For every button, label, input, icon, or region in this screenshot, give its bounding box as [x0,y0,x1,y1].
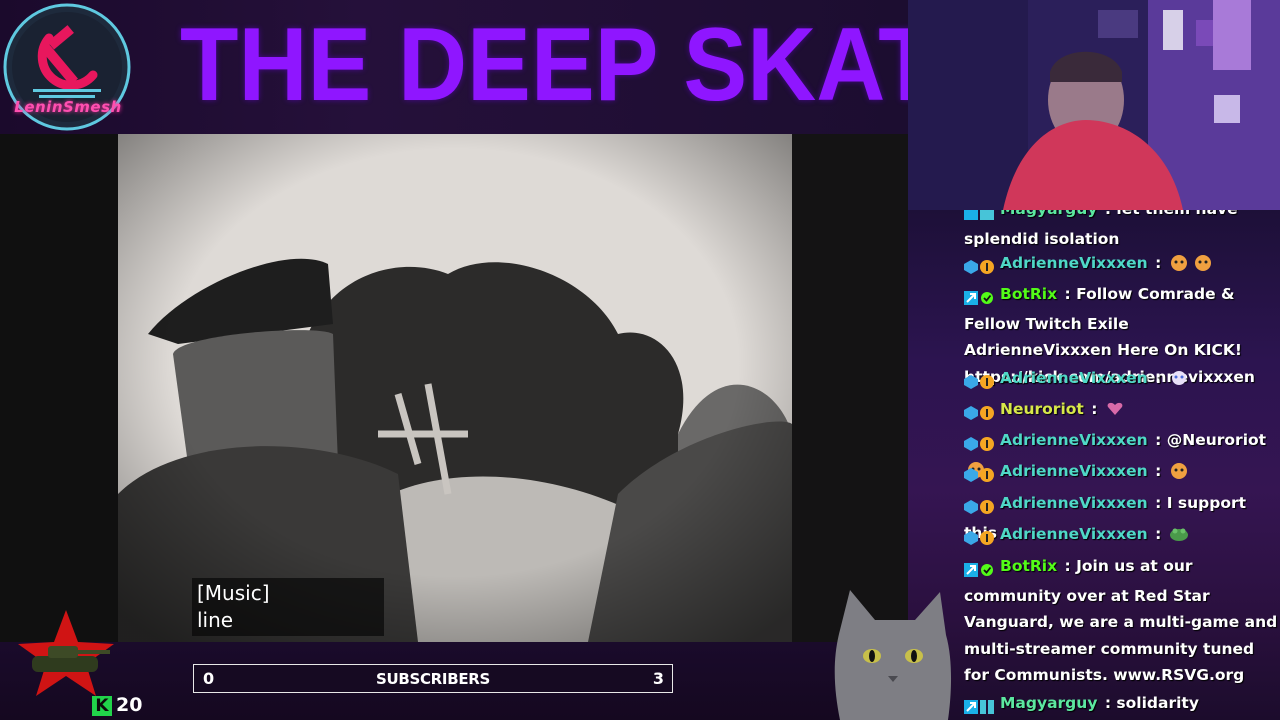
gift-badge-icon [980,699,994,714]
kick-logo-icon: K [92,696,112,716]
webcam-image [908,0,1280,210]
chat-username[interactable]: AdrienneVixxxen [1000,525,1148,543]
cube-badge-icon [964,530,978,545]
chat-message: Neuroriot : [964,396,1280,426]
chat-username[interactable]: AdrienneVixxxen [1000,369,1148,387]
prime-badge-icon [964,210,978,220]
chat-message: AdrienneVixxxen : [964,521,1280,551]
coin-badge-icon [980,405,994,420]
chat-username[interactable]: AdrienneVixxxen [1000,462,1148,480]
cube-badge-icon [964,259,978,274]
verified-badge-icon [981,563,993,576]
bot-badge-icon [964,562,978,577]
cube-badge-icon [964,499,978,514]
chat-separator: : [1059,285,1077,303]
chat-message: AdrienneVixxxen : [964,365,1280,395]
coin-badge-icon [980,467,994,482]
chat-text: @Neuroriot [1166,431,1267,449]
sad-emote-icon [1171,371,1186,385]
cube-badge-icon [964,405,978,420]
chat-separator: : [1149,494,1167,512]
subscriber-label: SUBSCRIBERS [375,670,491,688]
chat-text: Join us at our community over at Red Sta… [964,557,1278,684]
cat-mascot-icon [834,590,952,720]
bot-badge-icon [964,699,978,714]
chat-separator: : [1059,557,1077,575]
frog-emote-icon [1169,528,1188,541]
chat-separator: : [1085,400,1103,418]
chat-separator: : [1099,694,1117,712]
subscriber-goal: 3 [652,669,664,688]
coin-badge-icon [980,436,994,451]
chat-username[interactable]: AdrienneVixxxen [1000,254,1148,272]
header-banner: LeninSmesh THE DEEP SKATE [0,0,1001,134]
video-letterbox-left [0,134,118,642]
cube-badge-icon [964,374,978,389]
chat-username[interactable]: Neuroriot [1000,400,1084,418]
coin-badge-icon [980,374,994,389]
chat-username[interactable]: AdrienneVixxxen [1000,431,1148,449]
cat-emote-icon [1194,255,1211,271]
cube-badge-icon [964,467,978,482]
cat-emote-icon [1170,463,1187,479]
logo-text: LeninSmesh [14,98,122,116]
chat-panel[interactable]: Magyarguy : let them have splendid isola… [908,210,1280,720]
sub-badge-icon [980,210,994,220]
heart-emote-icon [1107,402,1123,415]
chat-separator: : [1149,431,1167,449]
chat-username[interactable]: BotRix [1000,557,1057,575]
chat-username[interactable]: AdrienneVixxxen [1000,494,1148,512]
caption-line-1: [Music] [197,581,270,605]
video-frame [118,134,792,642]
chat-separator: : [1149,462,1167,480]
coin-badge-icon [980,259,994,274]
cube-badge-icon [964,436,978,451]
chat-message: AdrienneVixxxen : [964,458,1280,488]
chat-message: Magyarguy : solidarity [964,690,1280,720]
coin-badge-icon [980,499,994,514]
chat-separator: : [1149,369,1167,387]
caption-line-2: line [197,608,234,632]
video-player[interactable] [0,134,908,642]
video-letterbox-right [792,134,908,642]
chat-text: solidarity [1116,694,1199,712]
chat-username[interactable]: BotRix [1000,285,1057,303]
kick-viewer-count: 20 [116,694,143,716]
chat-username[interactable]: Magyarguy [1000,210,1097,218]
chat-separator: : [1099,210,1116,218]
chat-message: Magyarguy : let them have splendid isola… [964,210,1280,252]
webcam-feed [908,0,1280,210]
chat-message: AdrienneVixxxen : [964,250,1280,280]
stream-title: THE DEEP SKATE [180,7,1001,123]
chat-username[interactable]: Magyarguy [1000,694,1097,712]
chat-separator: : [1149,525,1167,543]
bot-badge-icon [964,290,978,305]
verified-badge-icon [981,291,993,304]
subscriber-goal-bar: 0 SUBSCRIBERS 3 [193,664,673,693]
coin-badge-icon [980,530,994,545]
chat-separator: : [1149,254,1167,272]
cat-emote-icon [1170,255,1187,271]
archival-footage-image [118,134,792,642]
chat-message: BotRix : Join us at our community over a… [964,553,1280,689]
closed-captions: [Music] line [192,578,384,636]
red-star-tank-icon [18,610,114,696]
